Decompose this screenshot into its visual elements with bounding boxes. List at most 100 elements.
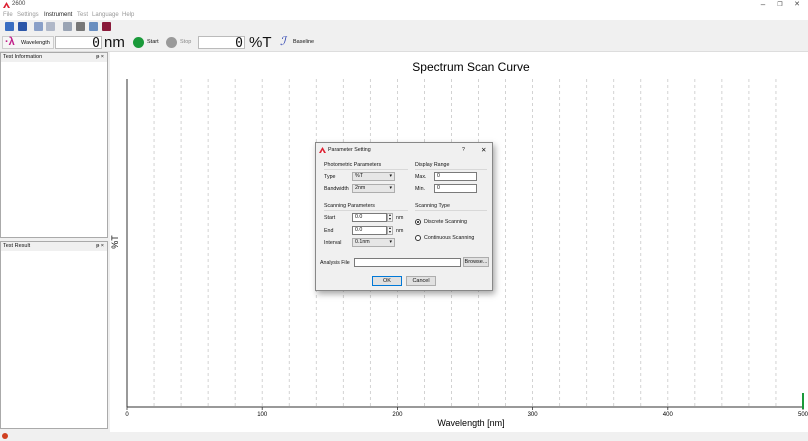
print-icon[interactable] xyxy=(76,22,85,31)
status-indicator-icon xyxy=(2,433,8,439)
pin-close-icon[interactable]: ᵽ × xyxy=(96,53,104,62)
divider xyxy=(324,169,408,170)
test-result-title: Test Result xyxy=(3,243,31,249)
close-button[interactable]: ✕ xyxy=(790,0,804,11)
start-label: Start xyxy=(324,215,336,221)
app-icon xyxy=(3,2,10,8)
wavelength-display: 0 xyxy=(55,36,102,51)
menu-language[interactable]: Language xyxy=(92,12,119,18)
chevron-down-icon: ▾ xyxy=(389,239,392,245)
restore-button[interactable]: ❐ xyxy=(773,0,787,11)
report-icon[interactable] xyxy=(102,22,111,31)
x-tick-label: 0 xyxy=(125,412,129,418)
wavelength-button[interactable]: ·λ Wavelength xyxy=(2,36,54,49)
baseline-icon[interactable]: ℐ xyxy=(280,34,286,48)
dialog-app-icon xyxy=(319,147,326,153)
save-icon[interactable] xyxy=(18,22,27,31)
menu-instrument[interactable]: Instrument xyxy=(44,12,72,18)
discrete-radio[interactable] xyxy=(415,219,421,225)
title-bar: 2600 – ❐ ✕ xyxy=(0,0,808,11)
panel-header: Test Information ᵽ × xyxy=(1,53,107,62)
divider xyxy=(324,210,408,211)
lambda-icon: ·λ xyxy=(5,36,15,48)
type-select[interactable]: %T ▾ xyxy=(352,172,395,181)
bandwidth-select[interactable]: 2nm ▾ xyxy=(352,184,395,193)
help-button[interactable]: ? xyxy=(462,147,465,153)
scan-cursor-marker xyxy=(802,393,804,409)
bandwidth-value: 2nm xyxy=(355,185,366,191)
interval-select[interactable]: 0.1nm ▾ xyxy=(352,238,395,247)
test-information-title: Test Information xyxy=(3,54,43,60)
wavelength-label: Wavelength xyxy=(21,40,50,46)
minimize-button[interactable]: – xyxy=(756,0,770,11)
min-input[interactable]: 0 xyxy=(434,184,477,193)
start-label[interactable]: Start xyxy=(147,39,159,45)
test-result-panel: Test Result ᵽ × xyxy=(0,241,108,429)
start-input[interactable]: 0.0 xyxy=(352,213,387,222)
bandwidth-label: Bandwidth xyxy=(324,186,349,192)
type-label: Type xyxy=(324,174,336,180)
chart-title: Spectrum Scan Curve xyxy=(412,60,530,74)
reading-display: 0 xyxy=(198,36,245,51)
stop-icon[interactable] xyxy=(166,37,177,48)
start-unit: nm xyxy=(396,215,404,221)
dialog-close-button[interactable]: ✕ xyxy=(481,146,486,154)
menu-help[interactable]: Help xyxy=(122,12,134,18)
reading-unit: %T xyxy=(249,34,272,51)
pin-close-icon[interactable]: ᵽ × xyxy=(96,242,104,251)
x-tick-label: 500 xyxy=(798,412,808,418)
settings-icon[interactable] xyxy=(89,22,98,31)
panel-header: Test Result ᵽ × xyxy=(1,242,107,251)
end-input[interactable]: 0.0 xyxy=(352,226,387,235)
scanning-parameters-header: Scanning Parameters xyxy=(324,203,375,209)
discrete-label[interactable]: Discrete Scanning xyxy=(424,219,467,225)
min-label: Min. xyxy=(415,186,426,192)
menu-bar: File Settings Instrument Test Language H… xyxy=(0,11,808,20)
end-unit: nm xyxy=(396,228,404,234)
cut-icon[interactable] xyxy=(34,22,43,31)
browse-button[interactable]: Browse... xyxy=(463,257,489,267)
end-spinner[interactable]: ▲ ▼ xyxy=(387,226,393,235)
open-icon[interactable] xyxy=(5,22,14,31)
divider xyxy=(415,210,487,211)
parameter-setting-dialog: Parameter Setting ? ✕ Photometric Parame… xyxy=(315,142,493,291)
continuous-radio[interactable] xyxy=(415,235,421,241)
x-axis-label: Wavelength [nm] xyxy=(437,418,504,428)
wavelength-unit: nm xyxy=(104,34,125,51)
analysis-file-input[interactable] xyxy=(354,258,461,267)
max-input[interactable]: 0 xyxy=(434,172,477,181)
icon-toolbar xyxy=(0,20,808,33)
type-value: %T xyxy=(355,173,363,179)
x-tick-label: 100 xyxy=(257,412,268,418)
scanning-type-header: Scanning Type xyxy=(415,203,450,209)
menu-settings[interactable]: Settings xyxy=(17,12,39,18)
stop-label[interactable]: Stop xyxy=(180,39,191,45)
max-label: Max. xyxy=(415,174,427,180)
ok-button[interactable]: OK xyxy=(372,276,402,286)
measure-toolbar: ·λ Wavelength 0 nm Start Stop 0 %T ℐ Bas… xyxy=(0,33,808,52)
chevron-down-icon: ▾ xyxy=(389,173,392,179)
photometric-header: Photometric Parameters xyxy=(324,162,382,168)
preview-icon[interactable] xyxy=(63,22,72,31)
status-strip xyxy=(0,432,808,441)
interval-value: 0.1nm xyxy=(355,239,370,245)
y-axis-label: %T xyxy=(110,235,120,249)
x-tick-label: 300 xyxy=(528,412,539,418)
x-tick-label: 400 xyxy=(663,412,674,418)
radio-dot xyxy=(417,221,419,223)
copy-icon[interactable] xyxy=(46,22,55,31)
x-tick-label: 200 xyxy=(392,412,403,418)
divider xyxy=(415,169,487,170)
wavelength-value: 0 xyxy=(92,36,100,51)
menu-file[interactable]: File xyxy=(3,12,13,18)
continuous-label[interactable]: Continuous Scanning xyxy=(424,235,474,241)
cancel-button[interactable]: Cancel xyxy=(406,276,436,286)
test-information-panel: Test Information ᵽ × xyxy=(0,52,108,238)
start-icon[interactable] xyxy=(133,37,144,48)
start-spinner[interactable]: ▲ ▼ xyxy=(387,213,393,222)
end-label: End xyxy=(324,228,334,234)
menu-test[interactable]: Test xyxy=(77,12,88,18)
display-range-header: Display Range xyxy=(415,162,450,168)
baseline-label[interactable]: Baseline xyxy=(293,39,314,45)
reading-value: 0 xyxy=(235,36,243,51)
